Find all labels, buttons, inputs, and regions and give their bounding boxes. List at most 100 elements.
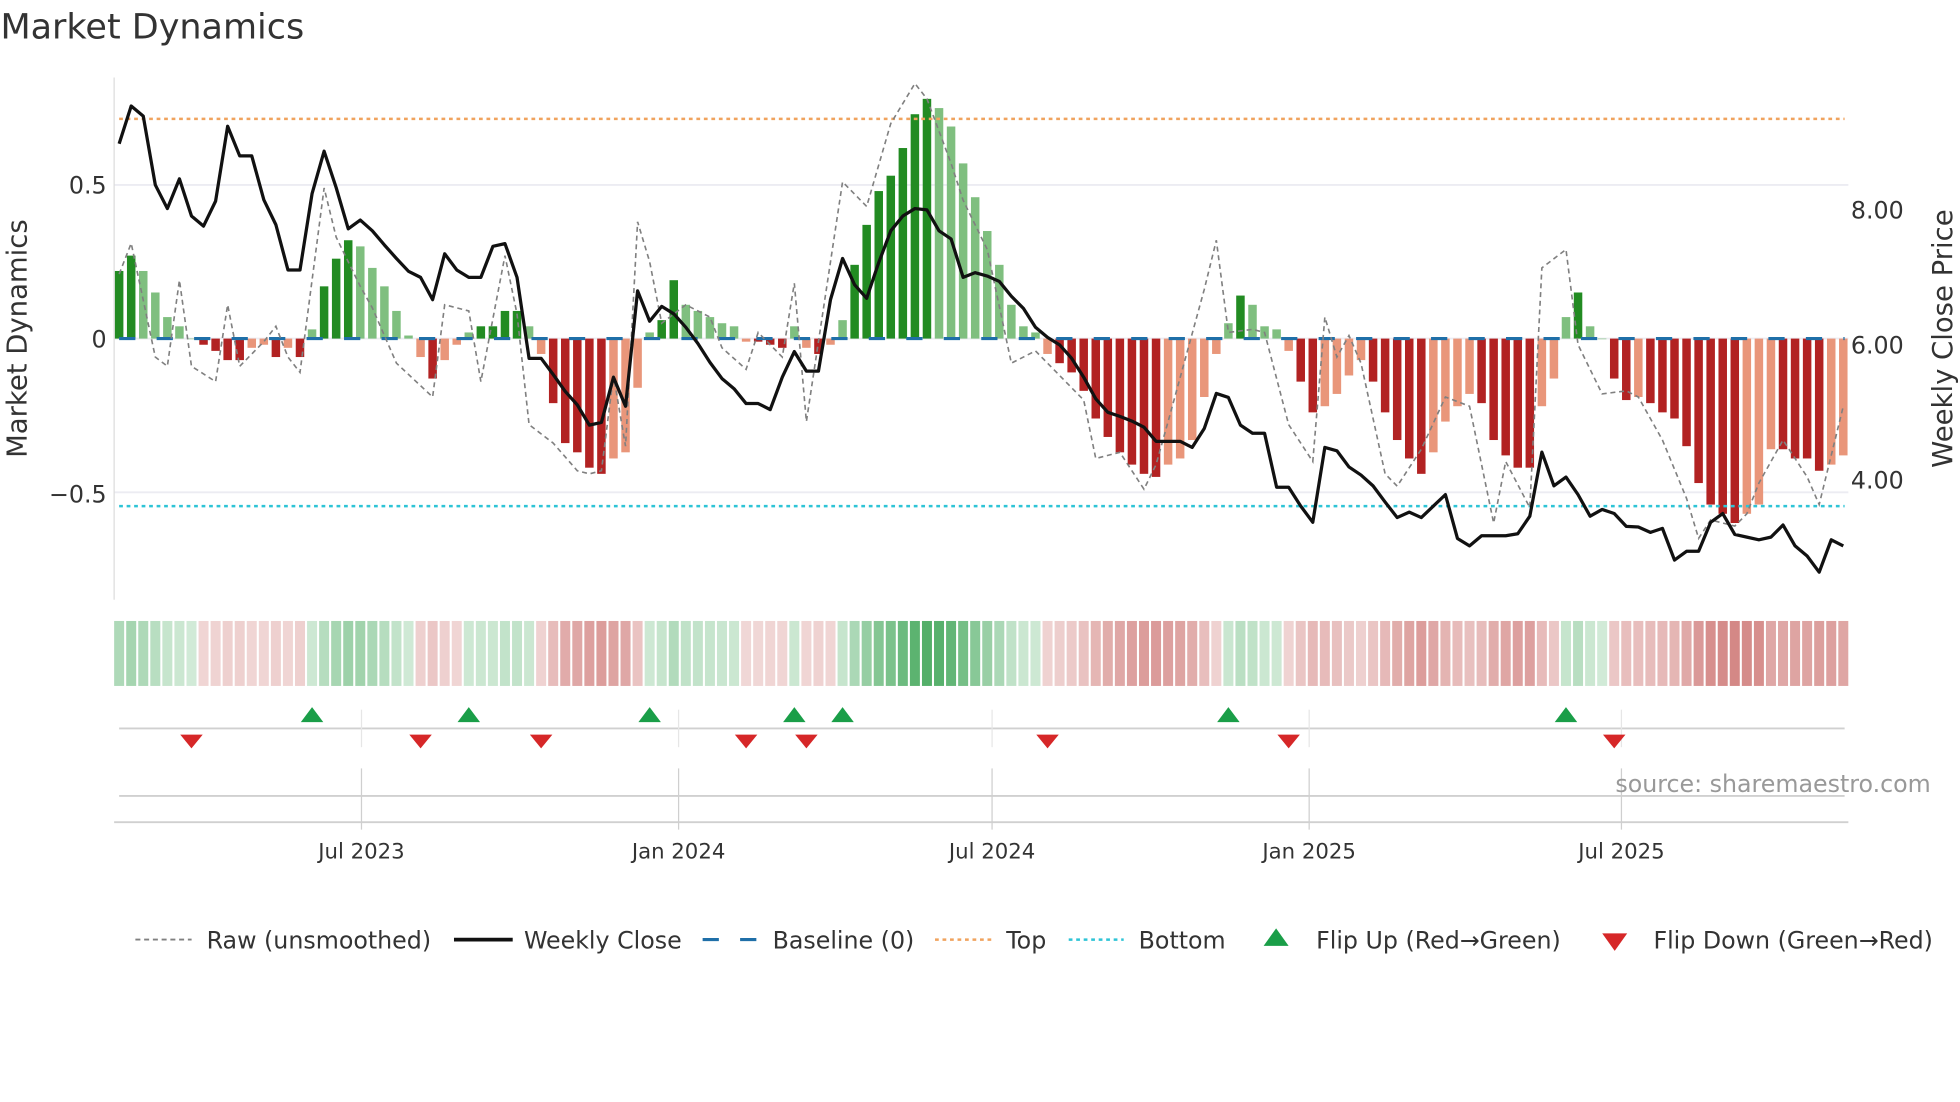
positive-bar (126, 255, 136, 339)
negative-bar (1151, 338, 1161, 477)
raw-line (118, 82, 1845, 541)
positive-bar (500, 310, 510, 339)
negative-bar (271, 338, 281, 358)
heat-cell (198, 620, 209, 686)
positive-bar (946, 126, 956, 339)
negative-bar (1380, 338, 1390, 413)
flip-up-marker (300, 707, 324, 723)
heat-cell (210, 620, 221, 686)
heat-cell (1078, 620, 1089, 686)
heat-cell (1633, 620, 1644, 686)
positive-bar (114, 270, 124, 339)
positive-bar (705, 317, 715, 339)
negative-bar (1730, 338, 1740, 524)
heat-cell (174, 620, 185, 686)
right-y-ticks: 8.00 6.00 4.00 (1851, 197, 1904, 495)
flip-up-marker (457, 707, 481, 723)
heat-cell (222, 620, 233, 686)
positive-bar (404, 335, 413, 339)
negative-bar (1754, 338, 1764, 505)
heat-cell (584, 620, 595, 686)
negative-bar (1694, 338, 1703, 484)
heat-cell (1259, 620, 1270, 686)
x-tick-label: Jul 2024 (947, 839, 1035, 864)
positive-bar (319, 286, 329, 339)
heat-cell (1838, 620, 1849, 686)
positive-bar (898, 148, 908, 339)
heat-cell (1319, 620, 1330, 686)
heat-cell (138, 620, 149, 686)
heat-cell (536, 620, 547, 686)
heat-cell (1573, 620, 1584, 686)
legend-flip-up-label: Flip Up (Red→Green) (1316, 926, 1561, 954)
heat-cell (1778, 620, 1789, 686)
heat-cell (1006, 620, 1017, 686)
y-axis-label: Market Dynamics (2, 219, 34, 458)
negative-bar (1634, 338, 1643, 397)
heat-cell (1283, 620, 1294, 686)
heat-cell (1343, 620, 1354, 686)
negative-bar (1525, 338, 1535, 468)
x-ticks: Jul 2023 Jan 2024 Jul 2024 Jan 2025 Jul … (316, 839, 1664, 864)
positive-bar (970, 197, 980, 339)
negative-bar (1163, 338, 1173, 465)
heat-cell (343, 620, 354, 686)
legend-bottom-label: Bottom (1139, 926, 1226, 954)
negative-bar (1790, 338, 1800, 459)
heat-cell (560, 620, 571, 686)
negative-bar (211, 338, 220, 351)
heat-cell (391, 620, 402, 686)
positive-bar (922, 98, 932, 339)
heat-cell (1066, 620, 1077, 686)
heat-cell (789, 620, 800, 686)
positive-bar (1597, 338, 1607, 340)
positive-bar (1007, 304, 1016, 339)
heat-cell (1452, 620, 1463, 686)
heat-cell (1428, 620, 1439, 686)
negative-bar (1368, 338, 1378, 382)
negative-bar (1718, 338, 1727, 514)
heat-cell (331, 620, 342, 686)
heat-cell (656, 620, 667, 686)
negative-bar (573, 338, 582, 453)
heat-cell (1223, 620, 1234, 686)
heat-cell (668, 620, 679, 686)
negative-bar (1115, 338, 1125, 453)
heat-cell (307, 620, 318, 686)
negative-bar (536, 338, 546, 354)
negative-bar (1356, 338, 1366, 361)
negative-bar (1284, 338, 1293, 351)
heat-cell (620, 620, 631, 686)
heat-cell (704, 620, 715, 686)
positive-bar (886, 175, 896, 339)
heat-cell (1705, 620, 1716, 686)
heat-cell (1814, 620, 1825, 686)
legend-flip-down-label: Flip Down (Green→Red) (1653, 926, 1932, 954)
y2-tick-label: 4.00 (1851, 467, 1904, 495)
heat-cell (415, 620, 426, 686)
heat-cell (1536, 620, 1547, 686)
dynamics-bars (114, 98, 1848, 524)
negative-bar (1609, 338, 1619, 379)
heat-cell (1488, 620, 1499, 686)
negative-bar (1392, 338, 1402, 441)
heat-cell (258, 620, 269, 686)
positive-bar (1561, 317, 1571, 339)
negative-bar (1441, 338, 1450, 422)
positive-bar (995, 264, 1004, 339)
heat-cell (873, 620, 884, 686)
heat-cell (1126, 620, 1137, 686)
negative-bar (1320, 338, 1330, 407)
heat-cell (1271, 620, 1282, 686)
x-tick-label: Jul 2025 (1576, 839, 1664, 864)
flip-up-marker (638, 707, 661, 723)
heat-cell (1042, 620, 1053, 686)
legend-baseline-label: Baseline (0) (773, 926, 915, 954)
positive-bar (1272, 329, 1281, 339)
negative-bar (440, 338, 449, 361)
positive-bar (1019, 326, 1028, 339)
positive-bar (380, 286, 389, 339)
y-tick-label: 0.5 (69, 172, 107, 200)
flip-up-marker (1217, 707, 1240, 723)
heat-cell (367, 620, 378, 686)
